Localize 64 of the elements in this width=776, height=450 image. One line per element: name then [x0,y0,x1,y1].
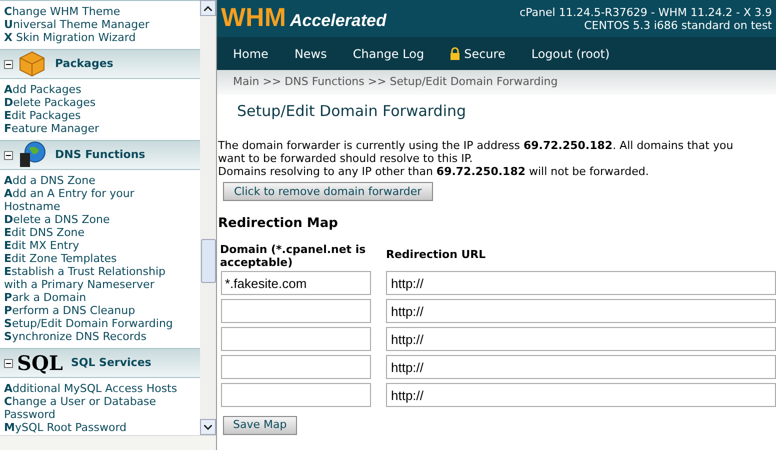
vertical-scrollbar[interactable] [200,0,216,435]
sidebar-link[interactable]: Add a DNS Zone [4,174,182,187]
scroll-thumb[interactable] [200,239,216,283]
nav-link[interactable]: Home [233,44,268,62]
nav-link[interactable]: Secure [450,44,506,62]
column-header: Domain (*.cpanel.net is acceptable) [220,243,367,269]
sidebar-link[interactable]: Edit Zone Templates [4,252,182,265]
scroll-up-icon[interactable] [204,6,212,10]
section-title[interactable]: Packages [55,56,114,72]
logo-subtitle: Accelerated [290,10,386,32]
domain-input[interactable]: *.fakesite.com [221,271,371,295]
version-text: cPanel 11.24.5-R37629 - WHM 11.24.2 - X 3.9 [520,6,772,18]
globe-monitor-icon [17,140,47,170]
sidebar-link[interactable]: Delete a DNS Zone [4,213,182,226]
scroll-down-icon[interactable] [204,424,212,430]
sidebar-link[interactable]: Synchronize DNS Records [4,330,182,343]
url-input[interactable]: http:// [386,355,776,379]
box-icon [17,49,47,79]
sql-logo: SQL [17,353,63,373]
domain-input[interactable] [221,383,371,407]
url-input[interactable]: http:// [386,299,776,323]
system-text: CENTOS 5.3 i686 standard on test [583,18,772,32]
horizontal-scrollbar[interactable] [0,435,216,450]
sidebar-link[interactable]: Perform a DNS Cleanup [4,304,182,317]
sidebar-link[interactable]: Setup/Edit Domain Forwarding [4,317,182,330]
section-header[interactable]: SQL SQL Services [0,348,200,378]
domain-input[interactable] [221,299,371,323]
section-heading: Redirection Map [217,214,339,232]
section-header[interactable]: DNS Functions [0,140,200,170]
breadcrumb[interactable]: Main >> DNS Functions >> Setup/Edit Domain Forwarding [233,74,558,91]
sidebar-link[interactable]: Edit MX Entry [4,239,182,252]
sidebar-link[interactable]: Additional MySQL Access Hosts [4,382,182,395]
section-title[interactable]: SQL Services [70,354,152,372]
sidebar-link[interactable]: Change WHM Theme [4,5,182,18]
logo-text: WHM [221,4,286,30]
sidebar-link[interactable]: MySQL Root Password [4,421,182,434]
sidebar-link[interactable]: Add Packages [4,83,182,96]
nav-link[interactable]: Change Log [352,44,424,62]
collapse-icon[interactable] [4,150,13,160]
url-input[interactable]: http:// [386,271,776,295]
sidebar-link[interactable]: X Skin Migration Wizard [4,31,182,44]
sidebar-link[interactable]: Universal Theme Manager [4,18,182,31]
page-title: Setup/Edit Domain Forwarding [236,101,468,122]
section-header[interactable]: Packages [0,49,200,79]
sidebar-link[interactable]: Edit DNS Zone [4,226,182,239]
info-text: Domains resolving to any IP other than 69.72.250.182 will not be forwarded. [218,164,650,178]
url-input[interactable]: http:// [386,327,776,351]
domain-input[interactable] [221,355,371,379]
nav-link[interactable]: Logout (root) [531,44,610,62]
sidebar-link[interactable]: Park a Domain [4,291,182,304]
domain-input[interactable] [221,327,371,351]
remove-forwarder-button[interactable]: Click to remove domain forwarder [223,182,433,202]
sidebar-link[interactable]: Delete Packages [4,96,182,109]
info-text: The domain forwarder is currently using the IP address 69.72.250.182. All domains that you want to be forwarded should resolve to this IP. [218,138,734,164]
url-input[interactable]: http:// [386,383,776,407]
collapse-icon[interactable] [4,358,13,368]
column-header: Redirection URL [386,247,486,263]
nav-link[interactable]: News [294,44,327,62]
section-title[interactable]: DNS Functions [55,146,146,164]
sidebar-link[interactable]: Edit Packages [4,109,182,122]
save-map-button[interactable]: Save Map [223,416,297,435]
collapse-icon[interactable] [4,60,13,68]
lock-icon [450,47,460,60]
sidebar-link[interactable]: Feature Manager [4,122,182,135]
